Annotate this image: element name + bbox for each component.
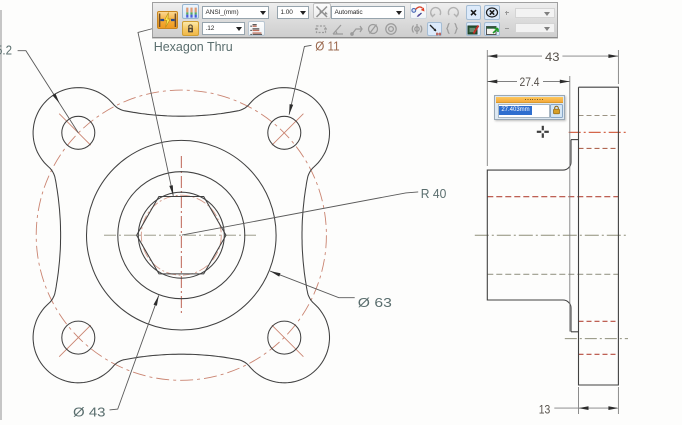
svg-text:Ø 43: Ø 43 bbox=[73, 405, 106, 420]
svg-text:43: 43 bbox=[545, 50, 560, 64]
svg-text:27.4: 27.4 bbox=[520, 75, 540, 89]
svg-text:R 40: R 40 bbox=[421, 186, 447, 201]
svg-text:5.2: 5.2 bbox=[0, 43, 12, 58]
svg-text:Hexagon Thru: Hexagon Thru bbox=[154, 39, 233, 54]
svg-text:Ø 11: Ø 11 bbox=[315, 38, 340, 53]
svg-text:13: 13 bbox=[539, 403, 551, 417]
svg-text:Ø 63: Ø 63 bbox=[358, 295, 392, 310]
